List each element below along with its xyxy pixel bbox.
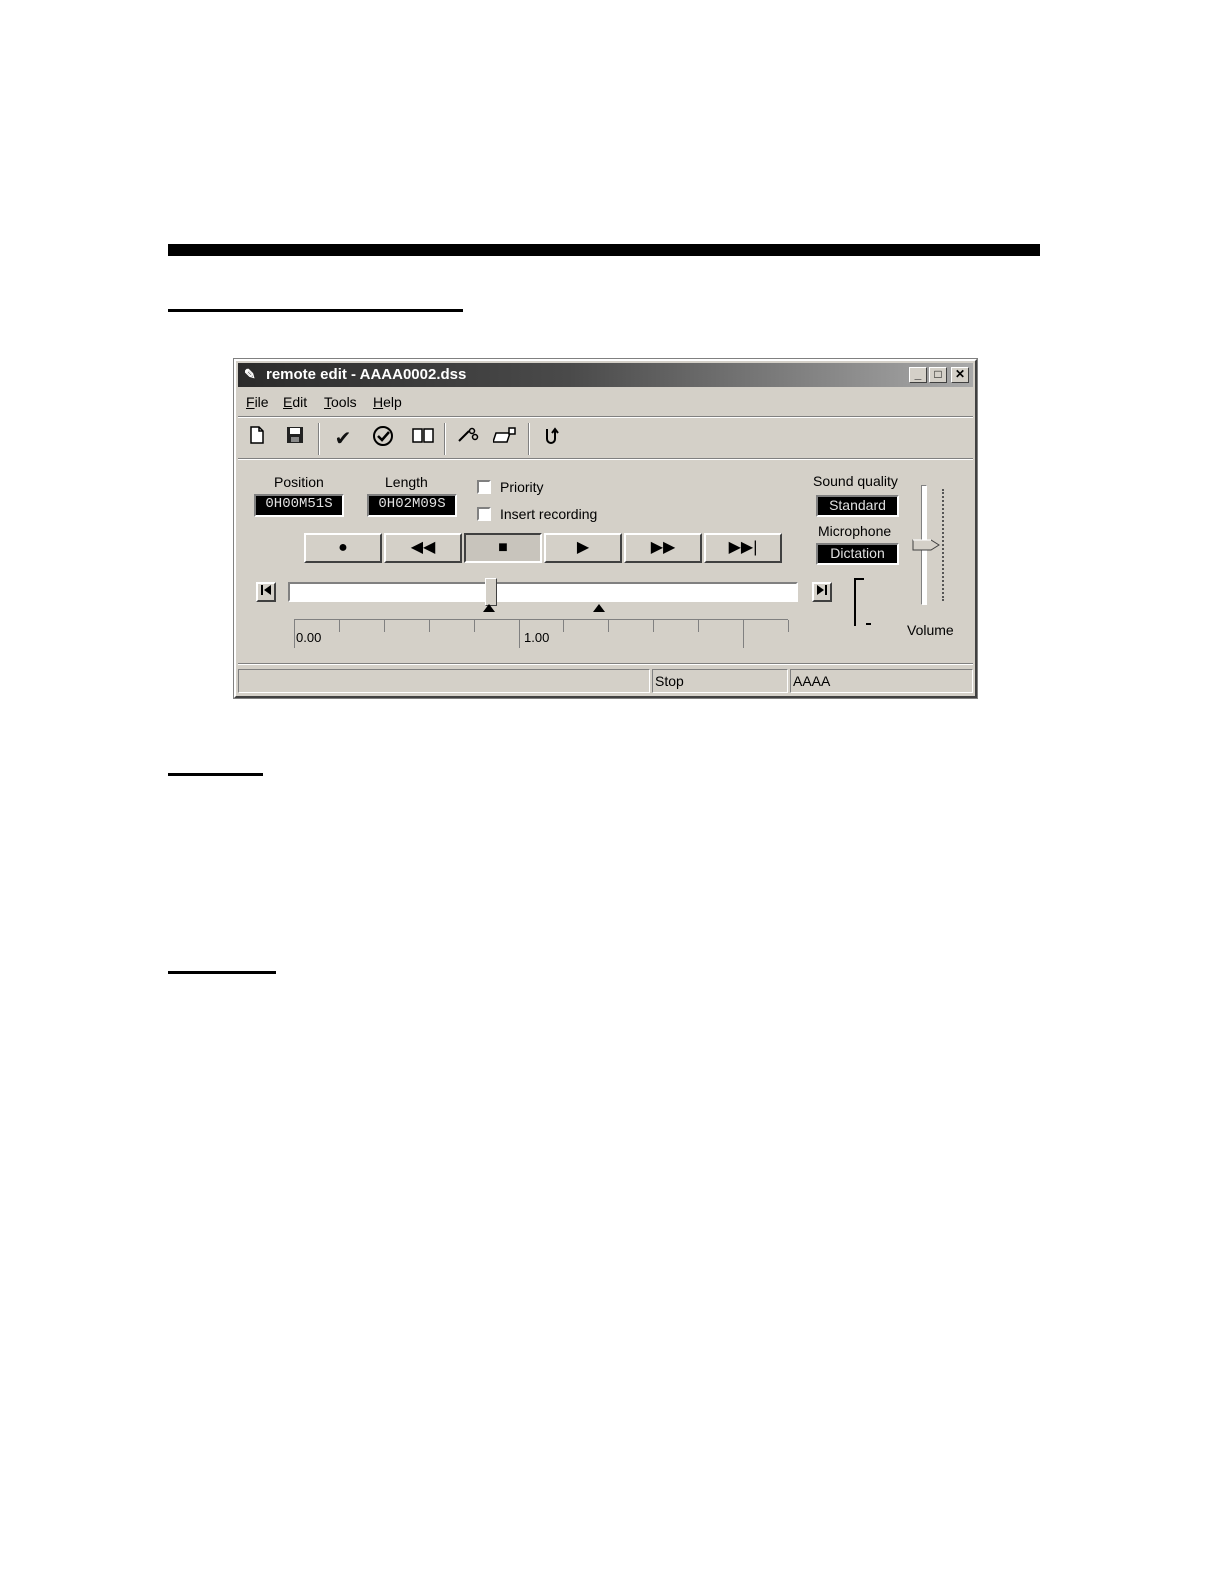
ruler-tick — [563, 620, 565, 632]
status-state: Stop — [652, 669, 788, 693]
priority-checkbox[interactable] — [477, 480, 491, 494]
ruler-tick — [608, 620, 610, 632]
pen-icon: ✎ — [244, 366, 256, 382]
save-icon[interactable] — [280, 425, 310, 453]
insert-icon[interactable] — [490, 425, 520, 453]
menu-edit[interactable]: Edit — [283, 394, 307, 410]
microphone-display[interactable]: Dictation — [816, 543, 899, 565]
minimize-button[interactable]: _ — [909, 367, 927, 383]
toolbar-separator — [238, 458, 973, 460]
skip-to-end-button[interactable]: ▶▶| — [704, 533, 782, 563]
status-message — [238, 669, 650, 693]
menu-help[interactable]: Help — [373, 394, 402, 410]
time-ruler: 0.00 1.00 — [294, 619, 789, 648]
sound-quality-display[interactable]: Standard — [816, 495, 899, 517]
heading-underline — [168, 309, 463, 312]
status-author: AAAA — [790, 669, 973, 693]
ruler-label-start: 0.00 — [296, 630, 322, 645]
close-button[interactable]: ✕ — [951, 367, 969, 383]
microphone-label: Microphone — [818, 523, 892, 539]
volume-thumb[interactable] — [912, 538, 940, 551]
insert-recording-label: Insert recording — [500, 506, 598, 522]
mic-level-tick — [866, 623, 871, 625]
maximize-button[interactable]: □ — [929, 367, 947, 383]
ruler-tick — [743, 620, 745, 648]
cut-icon[interactable] — [452, 425, 482, 453]
volume-ticks — [942, 489, 946, 601]
ruler-tick — [338, 620, 340, 632]
insert-recording-checkbox[interactable] — [477, 507, 491, 521]
ruler-tick — [428, 620, 430, 632]
fast-forward-button[interactable]: ▶▶ — [624, 533, 702, 563]
length-display: 0H02M09S — [367, 494, 457, 517]
status-bar: Stop AAAA — [238, 669, 973, 695]
bookmark-marker — [593, 604, 606, 612]
menu-tools[interactable]: Tools — [324, 394, 357, 410]
sound-quality-label: Sound quality — [813, 473, 898, 489]
transport-controls: ● ◀◀ ■ ▶ ▶▶ ▶▶| — [304, 533, 784, 563]
status-separator — [238, 663, 973, 665]
window-title: remote edit - AAAA0002.dss — [266, 366, 467, 383]
ruler-tick — [788, 620, 789, 632]
skip-to-end-track-button[interactable] — [812, 582, 832, 602]
ruler-tick — [653, 620, 655, 632]
position-display: 0H00M51S — [254, 494, 344, 517]
mic-level-cap — [854, 578, 864, 580]
record-button[interactable]: ● — [304, 533, 382, 563]
toolbar-separator — [318, 423, 320, 455]
section-rule — [168, 244, 1040, 256]
rewind-button[interactable]: ◀◀ — [384, 533, 462, 563]
ruler-tick — [518, 620, 520, 648]
position-label: Position — [274, 474, 324, 490]
priority-label: Priority — [500, 479, 544, 495]
ruler-tick — [294, 620, 295, 648]
skip-to-start-button[interactable] — [256, 582, 276, 602]
new-file-icon[interactable] — [242, 425, 272, 453]
ruler-tick — [383, 620, 385, 632]
remote-edit-window: ✎ remote edit - AAAA0002.dss _ □ ✕ File … — [234, 359, 977, 698]
ruler-label-minute: 1.00 — [524, 630, 550, 645]
undo-icon[interactable] — [536, 425, 566, 453]
heading-underline — [168, 971, 276, 974]
heading-underline — [168, 773, 263, 776]
check-circle-icon[interactable] — [368, 425, 398, 453]
position-track[interactable] — [288, 578, 798, 606]
play-button[interactable]: ▶ — [544, 533, 622, 563]
ruler-tick — [698, 620, 700, 632]
menu-file[interactable]: File — [246, 394, 269, 410]
toolbar-separator — [528, 423, 530, 455]
ruler-tick — [473, 620, 475, 632]
length-label: Length — [385, 474, 428, 490]
checkmark-icon[interactable]: ✔ — [328, 425, 358, 453]
mic-level-meter — [854, 578, 856, 626]
toolbar: ✔ — [240, 421, 971, 457]
book-icon[interactable] — [408, 425, 438, 453]
stop-button[interactable]: ■ — [464, 533, 542, 563]
position-thumb[interactable] — [485, 578, 498, 606]
menu-separator — [238, 416, 973, 418]
title-bar[interactable]: ✎ remote edit - AAAA0002.dss _ □ ✕ — [238, 363, 973, 387]
volume-label: Volume — [907, 622, 954, 638]
position-marker — [483, 604, 496, 612]
toolbar-separator — [444, 423, 446, 455]
